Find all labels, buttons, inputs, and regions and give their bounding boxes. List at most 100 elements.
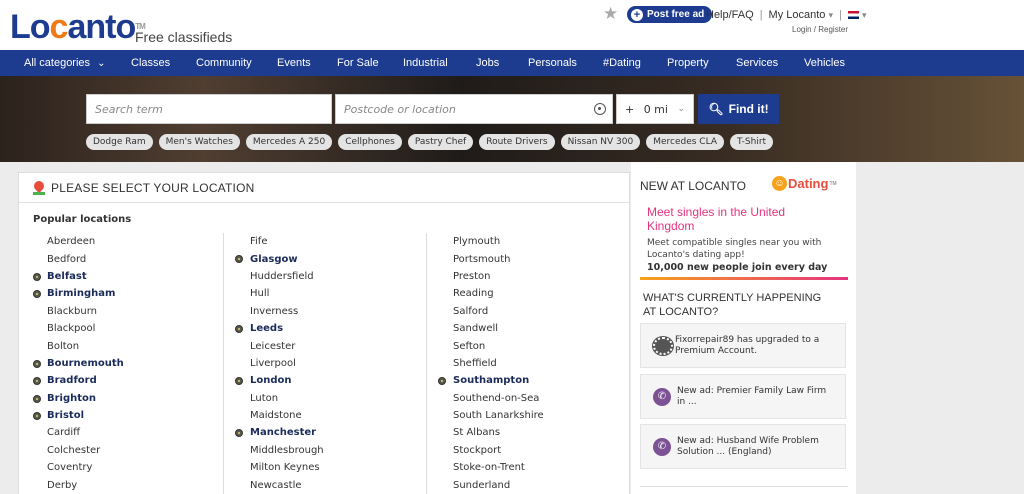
location-link[interactable]: Southampton (427, 372, 616, 389)
location-name: Stockport (453, 444, 502, 456)
post-free-ad-button[interactable]: + Post free ad (627, 6, 713, 23)
nav-jobs[interactable]: Jobs (476, 50, 499, 76)
location-link[interactable]: Coventry (33, 459, 223, 476)
search-tag[interactable]: Pastry Chef (407, 134, 474, 150)
location-name: Luton (250, 392, 279, 404)
location-link[interactable]: Middlesbrough (224, 442, 413, 459)
location-name: Fife (250, 236, 268, 248)
search-term-placeholder: Search term (95, 102, 163, 116)
location-input[interactable]: Postcode or location (335, 94, 613, 124)
search-tag[interactable]: Mercedes CLA (646, 134, 724, 150)
nav-services[interactable]: Services (736, 50, 778, 76)
location-link[interactable]: Leeds (224, 320, 413, 337)
location-link[interactable]: Southend-on-Sea (427, 390, 616, 407)
dating-logo[interactable]: ☺ Dating TM (772, 176, 837, 191)
location-name: Sefton (453, 340, 486, 352)
find-it-button[interactable]: 🔍︎ Find it! (698, 94, 779, 124)
location-placeholder: Postcode or location (344, 102, 456, 116)
search-tag[interactable]: T-Shirt (729, 134, 774, 150)
location-link[interactable]: Bedford (33, 250, 223, 267)
search-tag[interactable]: Cellphones (338, 134, 402, 150)
location-link[interactable]: Aberdeen (33, 233, 223, 250)
location-link[interactable]: Huddersfield (224, 268, 413, 285)
country-selector[interactable]: ▾ (847, 9, 866, 21)
search-term-input[interactable]: Search term (86, 94, 332, 124)
help-faq-link[interactable]: Help/FAQ (706, 9, 754, 21)
locate-me-icon[interactable] (594, 103, 606, 115)
location-name: Milton Keynes (250, 462, 320, 474)
location-link[interactable]: Liverpool (224, 355, 413, 372)
location-link[interactable]: Blackburn (33, 303, 223, 320)
location-link[interactable]: Bristol (33, 407, 223, 424)
location-link[interactable]: Sandwell (427, 320, 616, 337)
nav-all-categories[interactable]: All categories ⌄ (24, 50, 106, 76)
location-link[interactable]: Bradford (33, 372, 223, 389)
locanto-logo[interactable]: LocantoTM (10, 10, 146, 44)
location-link[interactable]: Reading (427, 285, 616, 302)
activity-feed-item[interactable]: ✆ New ad: Premier Family Law Firm in ... (640, 374, 846, 419)
nav-property[interactable]: Property (667, 50, 709, 76)
nav-personals[interactable]: Personals (528, 50, 577, 76)
location-name: Plymouth (453, 236, 501, 248)
location-link[interactable]: Brighton (33, 390, 223, 407)
nav-events[interactable]: Events (277, 50, 311, 76)
location-link[interactable]: St Albans (427, 424, 616, 441)
location-link[interactable]: Newcastle (224, 476, 413, 493)
location-link[interactable]: Milton Keynes (224, 459, 413, 476)
location-name: Colchester (47, 444, 101, 456)
location-link[interactable]: Plymouth (427, 233, 616, 250)
location-link[interactable]: Stockport (427, 442, 616, 459)
location-link[interactable]: Luton (224, 390, 413, 407)
activity-feed-item[interactable]: Fixorrepair89 has upgraded to a Premium … (640, 323, 846, 368)
location-link[interactable]: Glasgow (224, 250, 413, 267)
location-link[interactable]: Sefton (427, 337, 616, 354)
featured-location-icon (235, 429, 243, 438)
location-link[interactable]: Maidstone (224, 407, 413, 424)
location-link[interactable]: Cardiff (33, 424, 223, 441)
login-link[interactable]: Login (792, 25, 812, 34)
location-link[interactable]: Bournemouth (33, 355, 223, 372)
search-tag[interactable]: Dodge Ram (86, 134, 153, 150)
nav-community[interactable]: Community (196, 50, 252, 76)
location-link[interactable]: Colchester (33, 442, 223, 459)
nav-dating[interactable]: #Dating (603, 50, 641, 76)
search-tag[interactable]: Men's Watches (158, 134, 240, 150)
location-link[interactable]: Fife (224, 233, 413, 250)
activity-feed-item[interactable]: ✆ New ad: Husband Wife Problem Solution … (640, 424, 846, 469)
location-link[interactable]: Birmingham (33, 285, 223, 302)
register-link[interactable]: Register (818, 25, 848, 34)
location-link[interactable]: South Lanarkshire (427, 407, 616, 424)
location-name: Huddersfield (250, 270, 314, 282)
location-link[interactable]: Inverness (224, 303, 413, 320)
nav-vehicles[interactable]: Vehicles (804, 50, 845, 76)
location-link[interactable]: Sheffield (427, 355, 616, 372)
nav-industrial[interactable]: Industrial (403, 50, 448, 76)
search-tag[interactable]: Nissan NV 300 (560, 134, 641, 150)
my-locanto-menu[interactable]: My Locanto ▾ (769, 9, 833, 21)
location-link[interactable]: Salford (427, 303, 616, 320)
location-link[interactable]: Portsmouth (427, 250, 616, 267)
search-tag[interactable]: Mercedes A 250 (245, 134, 333, 150)
dating-count: 10,000 new people join every day (647, 262, 828, 273)
search-tag[interactable]: Route Drivers (479, 134, 555, 150)
location-link[interactable]: London (224, 372, 413, 389)
location-link[interactable]: Sunderland (427, 476, 616, 493)
location-link[interactable]: Hull (224, 285, 413, 302)
dating-subtext: Meet compatible singles near you with Lo… (647, 238, 822, 260)
happening-heading-line2: AT LOCANTO? (643, 306, 719, 318)
location-link[interactable]: Stoke-on-Trent (427, 459, 616, 476)
location-link[interactable]: Preston (427, 268, 616, 285)
favorites-star-icon[interactable]: ★ (603, 4, 618, 24)
location-link[interactable]: Belfast (33, 268, 223, 285)
nav-classes[interactable]: Classes (131, 50, 170, 76)
location-link[interactable]: Bolton (33, 337, 223, 354)
nav-for-sale[interactable]: For Sale (337, 50, 379, 76)
location-name: Bradford (47, 375, 97, 387)
location-link[interactable]: Derby (33, 476, 223, 493)
nav-label: All categories (24, 57, 91, 69)
location-link[interactable]: Manchester (224, 424, 413, 441)
location-link[interactable]: Blackpool (33, 320, 223, 337)
location-link[interactable]: Leicester (224, 337, 413, 354)
dating-headline[interactable]: Meet singles in the United Kingdom (647, 205, 817, 233)
radius-select[interactable]: + 0 mi ⌄ (616, 94, 694, 124)
